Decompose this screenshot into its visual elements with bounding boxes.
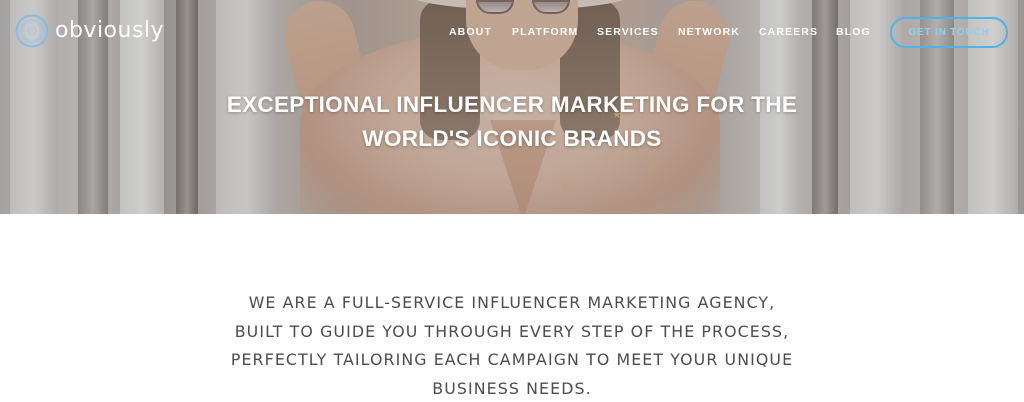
hero-title-line: EXCEPTIONAL INFLUENCER MARKETING FOR THE <box>226 92 798 117</box>
intro-paragraph: WE ARE A FULL-SERVICE INFLUENCER MARKETI… <box>112 289 912 402</box>
nav-item-about[interactable]: ABOUT <box>449 20 492 44</box>
concentric-circles-icon <box>15 14 49 48</box>
hero-title: EXCEPTIONAL INFLUENCER MARKETING FOR THE… <box>112 88 912 156</box>
get-in-touch-button[interactable]: GET IN TOUCH <box>890 17 1008 48</box>
intro-line: PERFECTLY TAILORING EACH CAMPAIGN TO MEE… <box>230 350 794 369</box>
intro-line: BUILT TO GUIDE YOU THROUGH EVERY STEP OF… <box>234 321 790 341</box>
hero-title-line: WORLD'S ICONIC BRANDS <box>362 126 662 151</box>
nav-item-network[interactable]: NETWORK <box>678 20 740 44</box>
intro-line: BUSINESS NEEDS. <box>432 378 592 398</box>
nav-item-services[interactable]: SERVICES <box>597 20 659 44</box>
site-logo[interactable]: obviously <box>15 14 164 48</box>
hero-banner: ★ ★ ★ ★ ★ obviously ABOUT PLATFORM SERVI… <box>0 0 1024 214</box>
nav-item-platform[interactable]: PLATFORM <box>512 20 578 44</box>
nav-item-blog[interactable]: BLOG <box>836 20 871 44</box>
nav-item-careers[interactable]: CAREERS <box>759 20 818 44</box>
brand-name: obviously <box>55 18 165 43</box>
intro-line: WE ARE A FULL-SERVICE INFLUENCER MARKETI… <box>248 293 776 312</box>
